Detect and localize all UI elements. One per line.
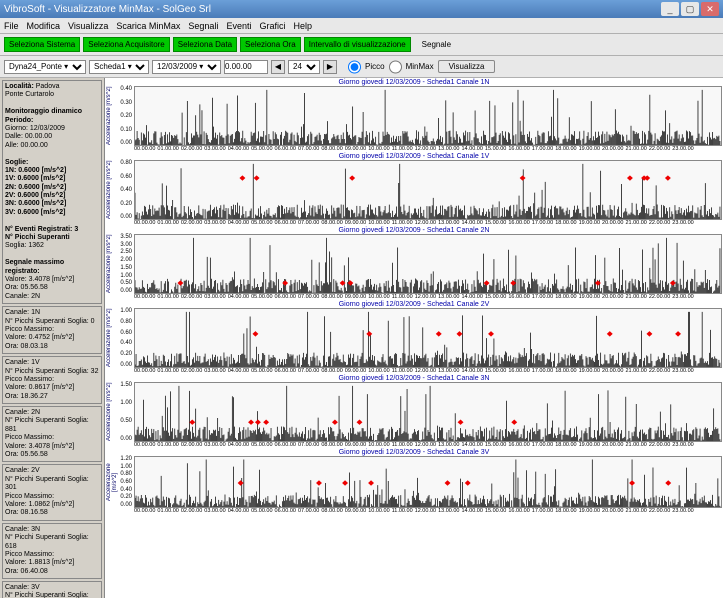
- radio-picco[interactable]: [348, 60, 361, 74]
- channel-2n: Canale: 2N N° Picchi Superanti Soglia: 8…: [2, 406, 102, 462]
- maximize-button[interactable]: ▢: [681, 2, 699, 16]
- plot-area[interactable]: [134, 234, 722, 294]
- menubar: File Modifica Visualizza Scarica MinMax …: [0, 18, 723, 34]
- x-axis: 00.00.0001.00.0002.00.0003.00.0004.00.00…: [106, 508, 722, 514]
- channel-1n: Canale: 1N N° Picchi Superanti Soglia: 0…: [2, 306, 102, 354]
- y-axis: 0.400.300.200.100.00: [116, 86, 134, 146]
- chart-title: Giorno giovedi 12/03/2009 - Scheda1 Cana…: [106, 227, 722, 234]
- acq-label: Seleziona Acquisitore: [83, 37, 170, 52]
- minimize-button[interactable]: _: [661, 2, 679, 16]
- y-axis: 0.800.600.400.200.00: [116, 160, 134, 220]
- plot-area[interactable]: [134, 160, 722, 220]
- signal-label: Segnale: [422, 40, 451, 49]
- chart-title: Giorno giovedi 12/03/2009 - Scheda1 Cana…: [106, 375, 722, 382]
- plot-area[interactable]: [134, 456, 722, 508]
- info-box: Località: Padova Ponte Curtarolo Monitor…: [2, 80, 102, 304]
- close-button[interactable]: ✕: [701, 2, 719, 16]
- window-title: VibroSoft - Visualizzatore MinMax - SolG…: [4, 4, 659, 15]
- acq-select[interactable]: Scheda1 ▾: [89, 60, 149, 74]
- x-axis: 00.00.0001.00.0002.00.0003.00.0004.00.00…: [106, 368, 722, 374]
- chart-title: Giorno giovedi 12/03/2009 - Scheda1 Cana…: [106, 79, 722, 86]
- date-select[interactable]: 12/03/2009 ▾: [152, 60, 221, 74]
- y-axis: 1.201.000.800.600.400.200.00: [116, 456, 134, 508]
- plot-area[interactable]: [134, 308, 722, 368]
- x-axis: 00.00.0001.00.0002.00.0003.00.0004.00.00…: [106, 442, 722, 448]
- menu-visualizza[interactable]: Visualizza: [68, 21, 108, 31]
- titlebar: VibroSoft - Visualizzatore MinMax - SolG…: [0, 0, 723, 18]
- channel-2v: Canale: 2V N° Picchi Superanti Soglia: 3…: [2, 464, 102, 520]
- y-axis: 1.501.000.500.00: [116, 382, 134, 442]
- channel-3v: Canale: 3V N° Picchi Superanti Soglia: 1…: [2, 581, 102, 598]
- prev-button[interactable]: ◀: [271, 60, 285, 74]
- time-label: Seleziona Ora: [240, 37, 301, 52]
- y-axis: 3.503.002.502.001.501.000.500.00: [116, 234, 134, 294]
- radio-minmax[interactable]: [389, 60, 402, 74]
- y-axis-label: Accelerazione [m/s^2]: [106, 456, 116, 508]
- interval-select[interactable]: 24 ▾: [288, 60, 320, 74]
- chart-5[interactable]: Giorno giovedi 12/03/2009 - Scheda1 Cana…: [106, 449, 722, 514]
- menu-modifica[interactable]: Modifica: [27, 21, 61, 31]
- interval-label: Intervallo di visualizzazione: [304, 37, 411, 52]
- menu-help[interactable]: Help: [293, 21, 312, 31]
- toolbar2: Dyna24_Ponte ▾ Scheda1 ▾ 12/03/2009 ▾ ◀ …: [0, 56, 723, 78]
- time-input[interactable]: [224, 60, 268, 74]
- menu-file[interactable]: File: [4, 21, 19, 31]
- menu-eventi[interactable]: Eventi: [226, 21, 251, 31]
- y-axis: 1.000.800.600.400.200.00: [116, 308, 134, 368]
- channel-1v: Canale: 1V N° Picchi Superanti Soglia: 3…: [2, 356, 102, 404]
- chart-title: Giorno giovedi 12/03/2009 - Scheda1 Cana…: [106, 449, 722, 456]
- y-axis-label: Accelerazione [m/s^2]: [106, 234, 116, 294]
- chart-0[interactable]: Giorno giovedi 12/03/2009 - Scheda1 Cana…: [106, 79, 722, 152]
- x-axis: 00.00.0001.00.0002.00.0003.00.0004.00.00…: [106, 220, 722, 226]
- x-axis: 00.00.0001.00.0002.00.0003.00.0004.00.00…: [106, 294, 722, 300]
- system-select[interactable]: Dyna24_Ponte ▾: [4, 60, 86, 74]
- chart-title: Giorno giovedi 12/03/2009 - Scheda1 Cana…: [106, 153, 722, 160]
- menu-grafici[interactable]: Grafici: [259, 21, 285, 31]
- system-label: Seleziona Sistema: [4, 37, 80, 52]
- y-axis-label: Accelerazione [m/s^2]: [106, 308, 116, 368]
- signal-group: Segnale: [422, 40, 451, 49]
- plot-area[interactable]: [134, 382, 722, 442]
- date-label: Seleziona Data: [173, 37, 237, 52]
- chart-4[interactable]: Giorno giovedi 12/03/2009 - Scheda1 Cana…: [106, 375, 722, 448]
- y-axis-label: Accelerazione [m/s^2]: [106, 382, 116, 442]
- sidebar: Località: Padova Ponte Curtarolo Monitor…: [0, 78, 105, 598]
- charts-area: Giorno giovedi 12/03/2009 - Scheda1 Cana…: [105, 78, 723, 598]
- chart-3[interactable]: Giorno giovedi 12/03/2009 - Scheda1 Cana…: [106, 301, 722, 374]
- y-axis-label: Accelerazione [m/s^2]: [106, 160, 116, 220]
- x-axis: 00.00.0001.00.0002.00.0003.00.0004.00.00…: [106, 146, 722, 152]
- menu-segnali[interactable]: Segnali: [188, 21, 218, 31]
- visualizza-button[interactable]: Visualizza: [438, 60, 496, 73]
- chart-title: Giorno giovedi 12/03/2009 - Scheda1 Cana…: [106, 301, 722, 308]
- chart-1[interactable]: Giorno giovedi 12/03/2009 - Scheda1 Cana…: [106, 153, 722, 226]
- channel-3n: Canale: 3N N° Picchi Superanti Soglia: 6…: [2, 523, 102, 579]
- chart-2[interactable]: Giorno giovedi 12/03/2009 - Scheda1 Cana…: [106, 227, 722, 300]
- menu-scarica[interactable]: Scarica MinMax: [116, 21, 180, 31]
- y-axis-label: Accelerazione [m/s^2]: [106, 86, 116, 146]
- next-button[interactable]: ▶: [323, 60, 337, 74]
- toolbar: Seleziona Sistema Seleziona Acquisitore …: [0, 34, 723, 56]
- plot-area[interactable]: [134, 86, 722, 146]
